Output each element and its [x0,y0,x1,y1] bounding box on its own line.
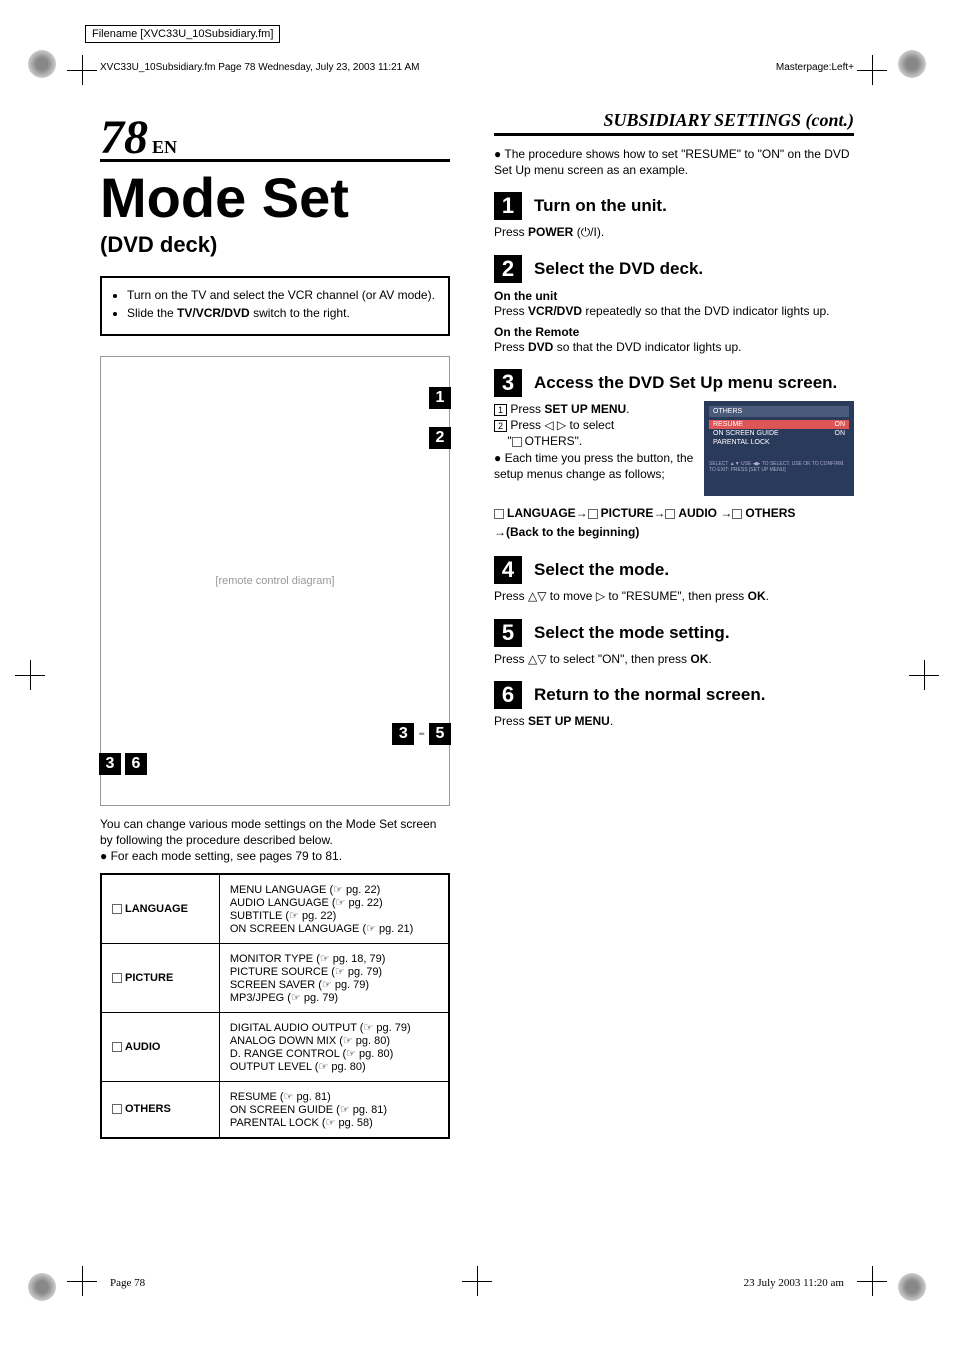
step-header-2: 2 Select the DVD deck. [494,255,854,283]
callout-dash: - [414,722,429,745]
table-label: LANGUAGE [101,874,219,944]
step-title: Select the mode setting. [534,623,730,643]
callout-2: 2 [429,427,451,449]
step-title: Turn on the unit. [534,196,667,216]
callout-6: 6 [125,753,147,775]
right-column: SUBSIDIARY SETTINGS (cont.) ● The proced… [494,110,854,729]
step-header-6: 6 Return to the normal screen. [494,681,854,709]
osd-screenshot: OTHERS RESUMEON ON SCREEN GUIDEON PARENT… [704,401,854,496]
callout-3b: 3 [99,753,121,775]
step-header-5: 5 Select the mode setting. [494,619,854,647]
others-icon [512,437,522,447]
table-items: DIGITAL AUDIO OUTPUT (☞ pg. 79) ANALOG D… [219,1012,449,1081]
register-lozenge [898,1273,926,1301]
audio-icon [112,1042,122,1052]
page-lang: EN [152,137,177,157]
callout-3: 3 [392,723,414,745]
crop-mark [857,1266,887,1296]
table-row: AUDIO DIGITAL AUDIO OUTPUT (☞ pg. 79) AN… [101,1012,449,1081]
table-items: MONITOR TYPE (☞ pg. 18, 79) PICTURE SOUR… [219,943,449,1012]
section-header: SUBSIDIARY SETTINGS (cont.) [494,110,854,136]
step-header-1: 1 Turn on the unit. [494,192,854,220]
footer-right: 23 July 2003 11:20 am [744,1277,844,1289]
page-number-block: 78EN [100,110,450,165]
remote-diagram: [remote control diagram] 1 2 3 - 5 3 6 [100,356,450,806]
others-icon [112,1104,122,1114]
masterpage-label: Masterpage:Left+ [776,62,854,73]
language-icon [112,904,122,914]
sub-heading: On the Remote [494,325,854,339]
left-body-1: You can change various mode settings on … [100,816,450,848]
osd-row: ON SCREEN GUIDEON [709,429,849,438]
callout-1: 1 [429,387,451,409]
step-header-4: 4 Select the mode. [494,556,854,584]
prep-item: Slide the TV/VCR/DVD switch to the right… [127,306,438,320]
picture-icon [588,509,598,519]
crop-mark [462,1266,492,1296]
crop-mark [15,660,45,690]
crop-mark [67,1266,97,1296]
right-intro: ● The procedure shows how to set "RESUME… [494,146,854,178]
footer-left: Page 78 [110,1277,145,1289]
step-number: 4 [494,556,522,584]
step-number: 6 [494,681,522,709]
step-title: Return to the normal screen. [534,685,765,705]
osd-title: OTHERS [709,406,849,417]
table-label: AUDIO [101,1012,219,1081]
step-number: 2 [494,255,522,283]
step-body: Press POWER (⏻/I). [494,224,854,240]
table-label: OTHERS [101,1081,219,1138]
left-column: 78EN Mode Set (DVD deck) Turn on the TV … [100,110,450,1139]
osd-footer: SELECT ▲▼ USE ◀▶ TO SELECT. USE OK TO CO… [709,461,849,473]
table-row: LANGUAGE MENU LANGUAGE (☞ pg. 22) AUDIO … [101,874,449,944]
language-icon [494,509,504,519]
osd-row: RESUMEON [709,420,849,429]
table-items: MENU LANGUAGE (☞ pg. 22) AUDIO LANGUAGE … [219,874,449,944]
step-body: Press DVD so that the DVD indicator ligh… [494,339,854,355]
table-row: PICTURE MONITOR TYPE (☞ pg. 18, 79) PICT… [101,943,449,1012]
main-title: Mode Set [100,170,450,226]
table-row: OTHERS RESUME (☞ pg. 81) ON SCREEN GUIDE… [101,1081,449,1138]
crop-mark [857,55,887,85]
others-icon [732,509,742,519]
callout-5: 5 [429,723,451,745]
step-number: 5 [494,619,522,647]
step-body: Press SET UP MENU. [494,713,854,729]
menu-flow: LANGUAGE→PICTURE→AUDIO →OTHERS→(Back to … [494,504,854,542]
osd-row: PARENTAL LOCK [709,438,849,447]
prep-box: Turn on the TV and select the VCR channe… [100,276,450,336]
mode-table: LANGUAGE MENU LANGUAGE (☞ pg. 22) AUDIO … [100,873,450,1139]
table-items: RESUME (☞ pg. 81) ON SCREEN GUIDE (☞ pg.… [219,1081,449,1138]
audio-icon [665,509,675,519]
left-body-2: ● For each mode setting, see pages 79 to… [100,848,450,864]
sub-heading: On the unit [494,289,854,303]
sub-title: (DVD deck) [100,232,450,258]
register-lozenge [28,50,56,78]
step-header-3: 3 Access the DVD Set Up menu screen. [494,369,854,397]
crop-mark [909,660,939,690]
picture-icon [112,973,122,983]
crop-mark [67,55,97,85]
register-lozenge [898,50,926,78]
step-body: Press △▽ to select "ON", then press OK. [494,651,854,667]
page-number: 78 [100,111,148,164]
header-meta-line: XVC33U_10Subsidiary.fm Page 78 Wednesday… [100,62,419,73]
step-title: Access the DVD Set Up menu screen. [534,373,837,393]
step-title: Select the DVD deck. [534,259,703,279]
step-body: Press △▽ to move ▷ to "RESUME", then pre… [494,588,854,604]
step-number: 1 [494,192,522,220]
step-number: 3 [494,369,522,397]
step-body: Press VCR/DVD repeatedly so that the DVD… [494,303,854,319]
prep-item: Turn on the TV and select the VCR channe… [127,288,438,302]
register-lozenge [28,1273,56,1301]
filename-box: Filename [XVC33U_10Subsidiary.fm] [85,25,280,43]
table-label: PICTURE [101,943,219,1012]
step-title: Select the mode. [534,560,669,580]
